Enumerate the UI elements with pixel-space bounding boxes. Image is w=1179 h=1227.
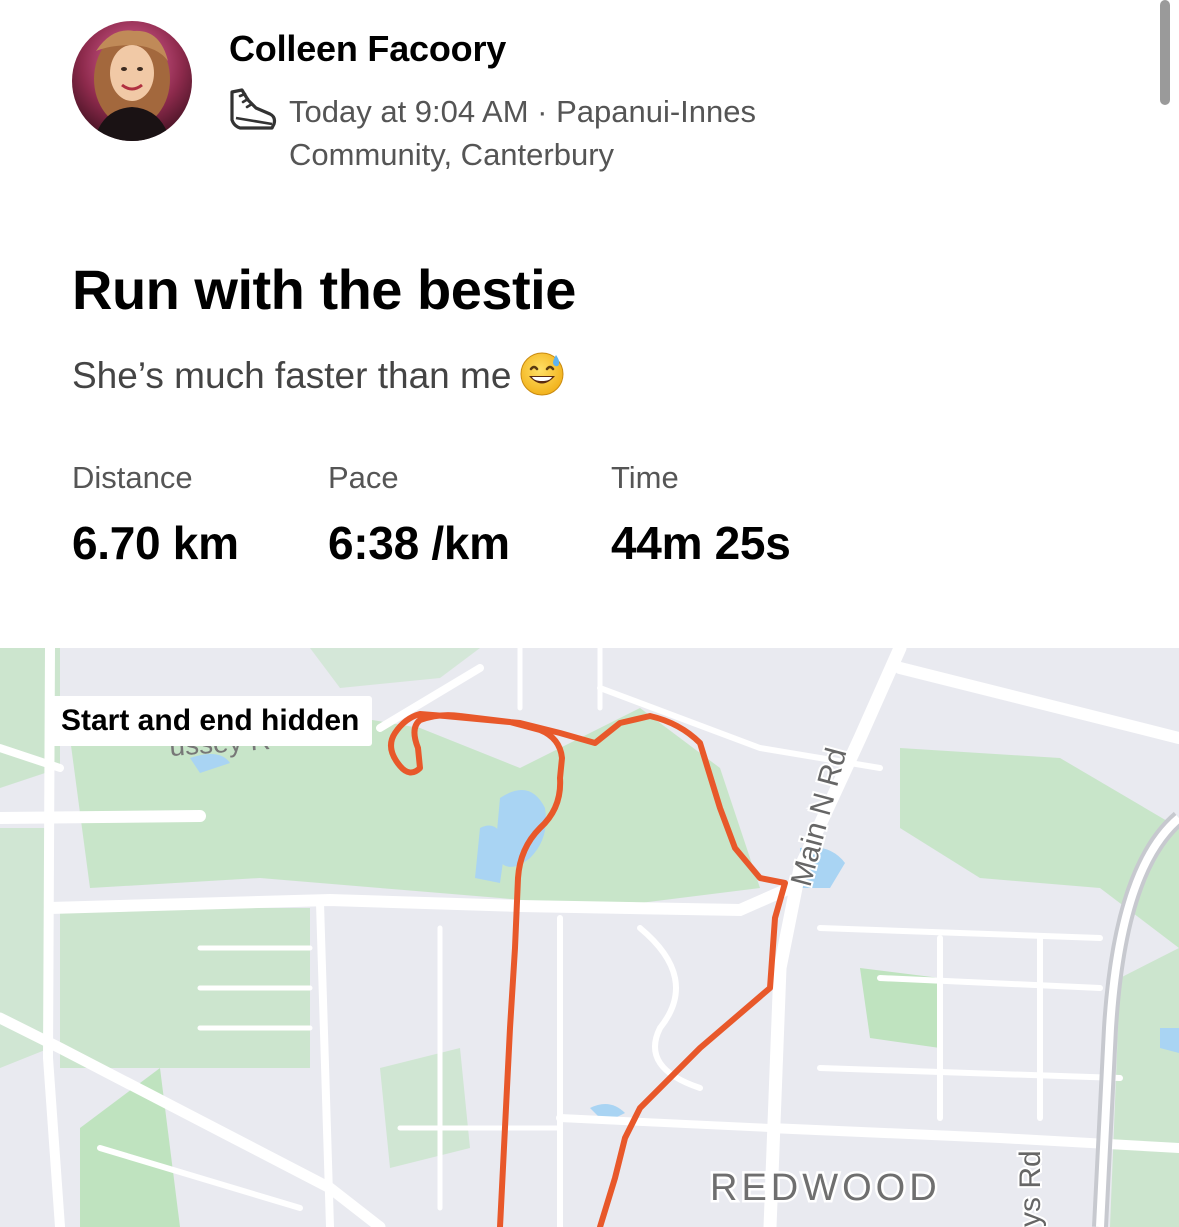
activity-description: She’s much faster than me	[72, 352, 565, 397]
stat-label: Time	[611, 460, 679, 495]
privacy-badge: Start and end hidden	[48, 696, 373, 746]
description-text: She’s much faster than me	[72, 355, 512, 396]
activity-title[interactable]: Run with the bestie	[72, 257, 576, 322]
athlete-name[interactable]: Colleen Facoory	[229, 28, 506, 70]
stat-value: 6:38 /km	[328, 517, 510, 569]
avatar[interactable]	[72, 21, 192, 141]
stat-time: Time 44m 25s	[611, 460, 791, 570]
suburb-label: REDWOOD	[710, 1167, 941, 1209]
scrollbar[interactable]	[1160, 0, 1170, 105]
route-map[interactable]: Main N Rd REDWOOD ys Rd ussey R Start an…	[0, 648, 1179, 1227]
stat-label: Pace	[328, 460, 399, 495]
stat-value: 6.70 km	[72, 517, 239, 569]
stat-label: Distance	[72, 460, 193, 495]
grinning-face-with-sweat-icon	[520, 352, 564, 396]
activity-meta: Today at 9:04 AM · Papanui-Innes Communi…	[289, 94, 757, 172]
avatar-photo	[72, 21, 192, 141]
activity-page: Colleen Facoory Today at 9:04 AM · Papan…	[0, 0, 1179, 1227]
stat-value: 44m 25s	[611, 517, 791, 569]
street-label: ys Rd	[1014, 1150, 1047, 1227]
street-label: Main N Rd	[785, 744, 854, 889]
stat-pace: Pace 6:38 /km	[328, 460, 510, 570]
running-shoe-icon	[230, 88, 277, 130]
stat-distance: Distance 6.70 km	[72, 460, 239, 570]
